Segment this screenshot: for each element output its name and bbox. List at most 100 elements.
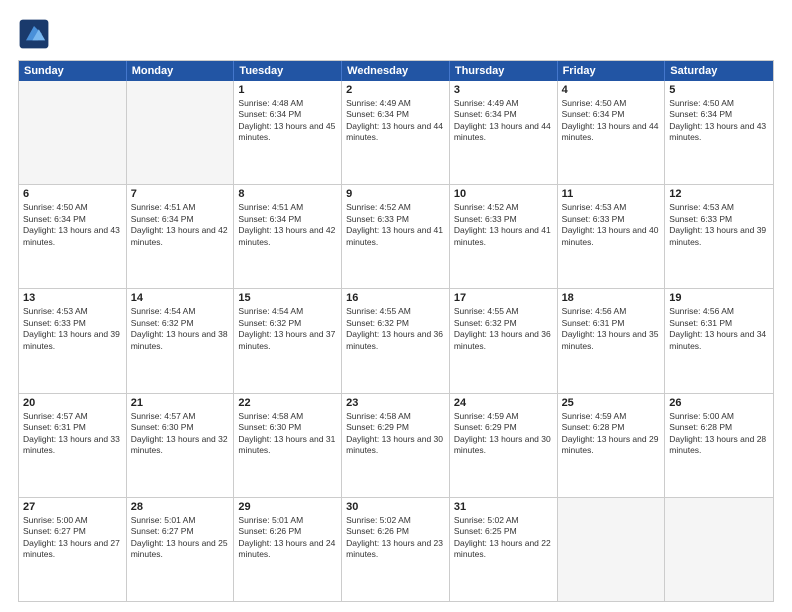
header	[18, 18, 774, 50]
day-number: 1	[238, 84, 337, 96]
day-number: 22	[238, 397, 337, 409]
day-info: Sunrise: 5:01 AM Sunset: 6:27 PM Dayligh…	[131, 515, 230, 561]
day-number: 9	[346, 188, 445, 200]
day-info: Sunrise: 4:52 AM Sunset: 6:33 PM Dayligh…	[454, 202, 553, 248]
day-cell: 18 Sunrise: 4:56 AM Sunset: 6:31 PM Dayli…	[558, 289, 666, 392]
week-row-5: 27 Sunrise: 5:00 AM Sunset: 6:27 PM Dayli…	[19, 497, 773, 601]
day-info: Sunrise: 5:00 AM Sunset: 6:28 PM Dayligh…	[669, 411, 769, 457]
day-header-monday: Monday	[127, 61, 235, 81]
day-cell: 26 Sunrise: 5:00 AM Sunset: 6:28 PM Dayli…	[665, 394, 773, 497]
day-number: 10	[454, 188, 553, 200]
day-info: Sunrise: 4:56 AM Sunset: 6:31 PM Dayligh…	[669, 306, 769, 352]
day-cell: 24Sunrise: 4:59 AM Sunset: 6:29 PM Dayli…	[450, 394, 558, 497]
day-info: Sunrise: 4:54 AM Sunset: 6:32 PM Dayligh…	[238, 306, 337, 352]
day-header-saturday: Saturday	[665, 61, 773, 81]
day-info: Sunrise: 4:55 AM Sunset: 6:32 PM Dayligh…	[346, 306, 445, 352]
day-info: Sunrise: 4:50 AM Sunset: 6:34 PM Dayligh…	[23, 202, 122, 248]
day-cell: 29Sunrise: 5:01 AM Sunset: 6:26 PM Dayli…	[234, 498, 342, 601]
day-cell	[127, 81, 235, 184]
day-header-tuesday: Tuesday	[234, 61, 342, 81]
day-number: 5	[669, 84, 769, 96]
day-cell: 13 Sunrise: 4:53 AM Sunset: 6:33 PM Dayli…	[19, 289, 127, 392]
day-header-friday: Friday	[558, 61, 666, 81]
day-info: Sunrise: 4:53 AM Sunset: 6:33 PM Dayligh…	[669, 202, 769, 248]
day-cell	[19, 81, 127, 184]
day-number: 13	[23, 292, 122, 304]
day-info: Sunrise: 4:59 AM Sunset: 6:28 PM Dayligh…	[562, 411, 661, 457]
day-cell: 21 Sunrise: 4:57 AM Sunset: 6:30 PM Dayli…	[127, 394, 235, 497]
day-cell: 23 Sunrise: 4:58 AM Sunset: 6:29 PM Dayli…	[342, 394, 450, 497]
day-cell: 8 Sunrise: 4:51 AM Sunset: 6:34 PM Daylig…	[234, 185, 342, 288]
day-number: 28	[131, 501, 230, 513]
day-cell: 6 Sunrise: 4:50 AM Sunset: 6:34 PM Daylig…	[19, 185, 127, 288]
week-row-2: 6 Sunrise: 4:50 AM Sunset: 6:34 PM Daylig…	[19, 184, 773, 288]
day-cell: 31 Sunrise: 5:02 AM Sunset: 6:25 PM Dayli…	[450, 498, 558, 601]
day-number: 16	[346, 292, 445, 304]
day-info: Sunrise: 5:02 AM Sunset: 6:25 PM Dayligh…	[454, 515, 553, 561]
day-cell: 30Sunrise: 5:02 AM Sunset: 6:26 PM Dayli…	[342, 498, 450, 601]
day-cell: 17Sunrise: 4:55 AM Sunset: 6:32 PM Dayli…	[450, 289, 558, 392]
day-info: Sunrise: 4:53 AM Sunset: 6:33 PM Dayligh…	[23, 306, 122, 352]
day-number: 7	[131, 188, 230, 200]
day-info: Sunrise: 4:59 AM Sunset: 6:29 PM Dayligh…	[454, 411, 553, 457]
day-cell: 5 Sunrise: 4:50 AM Sunset: 6:34 PM Daylig…	[665, 81, 773, 184]
day-number: 27	[23, 501, 122, 513]
day-number: 26	[669, 397, 769, 409]
day-number: 12	[669, 188, 769, 200]
day-info: Sunrise: 4:51 AM Sunset: 6:34 PM Dayligh…	[238, 202, 337, 248]
calendar: SundayMondayTuesdayWednesdayThursdayFrid…	[18, 60, 774, 602]
day-header-thursday: Thursday	[450, 61, 558, 81]
day-number: 18	[562, 292, 661, 304]
day-number: 15	[238, 292, 337, 304]
day-cell: 28 Sunrise: 5:01 AM Sunset: 6:27 PM Dayli…	[127, 498, 235, 601]
day-cell: 3Sunrise: 4:49 AM Sunset: 6:34 PM Daylig…	[450, 81, 558, 184]
day-info: Sunrise: 4:53 AM Sunset: 6:33 PM Dayligh…	[562, 202, 661, 248]
day-number: 14	[131, 292, 230, 304]
day-cell: 1 Sunrise: 4:48 AM Sunset: 6:34 PM Daylig…	[234, 81, 342, 184]
day-info: Sunrise: 4:50 AM Sunset: 6:34 PM Dayligh…	[669, 98, 769, 144]
day-number: 17	[454, 292, 553, 304]
day-cell: 16 Sunrise: 4:55 AM Sunset: 6:32 PM Dayli…	[342, 289, 450, 392]
day-number: 11	[562, 188, 661, 200]
day-info: Sunrise: 4:48 AM Sunset: 6:34 PM Dayligh…	[238, 98, 337, 144]
day-cell: 20 Sunrise: 4:57 AM Sunset: 6:31 PM Dayli…	[19, 394, 127, 497]
day-number: 19	[669, 292, 769, 304]
day-info: Sunrise: 4:57 AM Sunset: 6:30 PM Dayligh…	[131, 411, 230, 457]
day-cell: 4 Sunrise: 4:50 AM Sunset: 6:34 PM Daylig…	[558, 81, 666, 184]
day-cell: 12 Sunrise: 4:53 AM Sunset: 6:33 PM Dayli…	[665, 185, 773, 288]
week-row-4: 20 Sunrise: 4:57 AM Sunset: 6:31 PM Dayli…	[19, 393, 773, 497]
day-number: 3	[454, 84, 553, 96]
day-cell: 14 Sunrise: 4:54 AM Sunset: 6:32 PM Dayli…	[127, 289, 235, 392]
day-number: 8	[238, 188, 337, 200]
week-row-3: 13 Sunrise: 4:53 AM Sunset: 6:33 PM Dayli…	[19, 288, 773, 392]
day-cell: 9Sunrise: 4:52 AM Sunset: 6:33 PM Daylig…	[342, 185, 450, 288]
day-cell: 19 Sunrise: 4:56 AM Sunset: 6:31 PM Dayli…	[665, 289, 773, 392]
logo	[18, 18, 54, 50]
day-number: 21	[131, 397, 230, 409]
day-number: 6	[23, 188, 122, 200]
weeks: 1 Sunrise: 4:48 AM Sunset: 6:34 PM Daylig…	[19, 81, 773, 601]
day-cell: 10 Sunrise: 4:52 AM Sunset: 6:33 PM Dayli…	[450, 185, 558, 288]
day-info: Sunrise: 4:50 AM Sunset: 6:34 PM Dayligh…	[562, 98, 661, 144]
day-info: Sunrise: 4:58 AM Sunset: 6:29 PM Dayligh…	[346, 411, 445, 457]
page: SundayMondayTuesdayWednesdayThursdayFrid…	[0, 0, 792, 612]
day-number: 31	[454, 501, 553, 513]
day-number: 4	[562, 84, 661, 96]
day-cell: 25Sunrise: 4:59 AM Sunset: 6:28 PM Dayli…	[558, 394, 666, 497]
day-cell: 15 Sunrise: 4:54 AM Sunset: 6:32 PM Dayli…	[234, 289, 342, 392]
day-number: 23	[346, 397, 445, 409]
day-info: Sunrise: 4:57 AM Sunset: 6:31 PM Dayligh…	[23, 411, 122, 457]
day-cell: 22 Sunrise: 4:58 AM Sunset: 6:30 PM Dayli…	[234, 394, 342, 497]
day-info: Sunrise: 4:54 AM Sunset: 6:32 PM Dayligh…	[131, 306, 230, 352]
week-row-1: 1 Sunrise: 4:48 AM Sunset: 6:34 PM Daylig…	[19, 81, 773, 184]
logo-icon	[18, 18, 50, 50]
day-headers: SundayMondayTuesdayWednesdayThursdayFrid…	[19, 61, 773, 81]
day-info: Sunrise: 5:00 AM Sunset: 6:27 PM Dayligh…	[23, 515, 122, 561]
day-info: Sunrise: 4:56 AM Sunset: 6:31 PM Dayligh…	[562, 306, 661, 352]
day-cell: 27 Sunrise: 5:00 AM Sunset: 6:27 PM Dayli…	[19, 498, 127, 601]
day-header-sunday: Sunday	[19, 61, 127, 81]
day-number: 20	[23, 397, 122, 409]
day-info: Sunrise: 5:02 AM Sunset: 6:26 PM Dayligh…	[346, 515, 445, 561]
day-info: Sunrise: 5:01 AM Sunset: 6:26 PM Dayligh…	[238, 515, 337, 561]
day-info: Sunrise: 4:58 AM Sunset: 6:30 PM Dayligh…	[238, 411, 337, 457]
